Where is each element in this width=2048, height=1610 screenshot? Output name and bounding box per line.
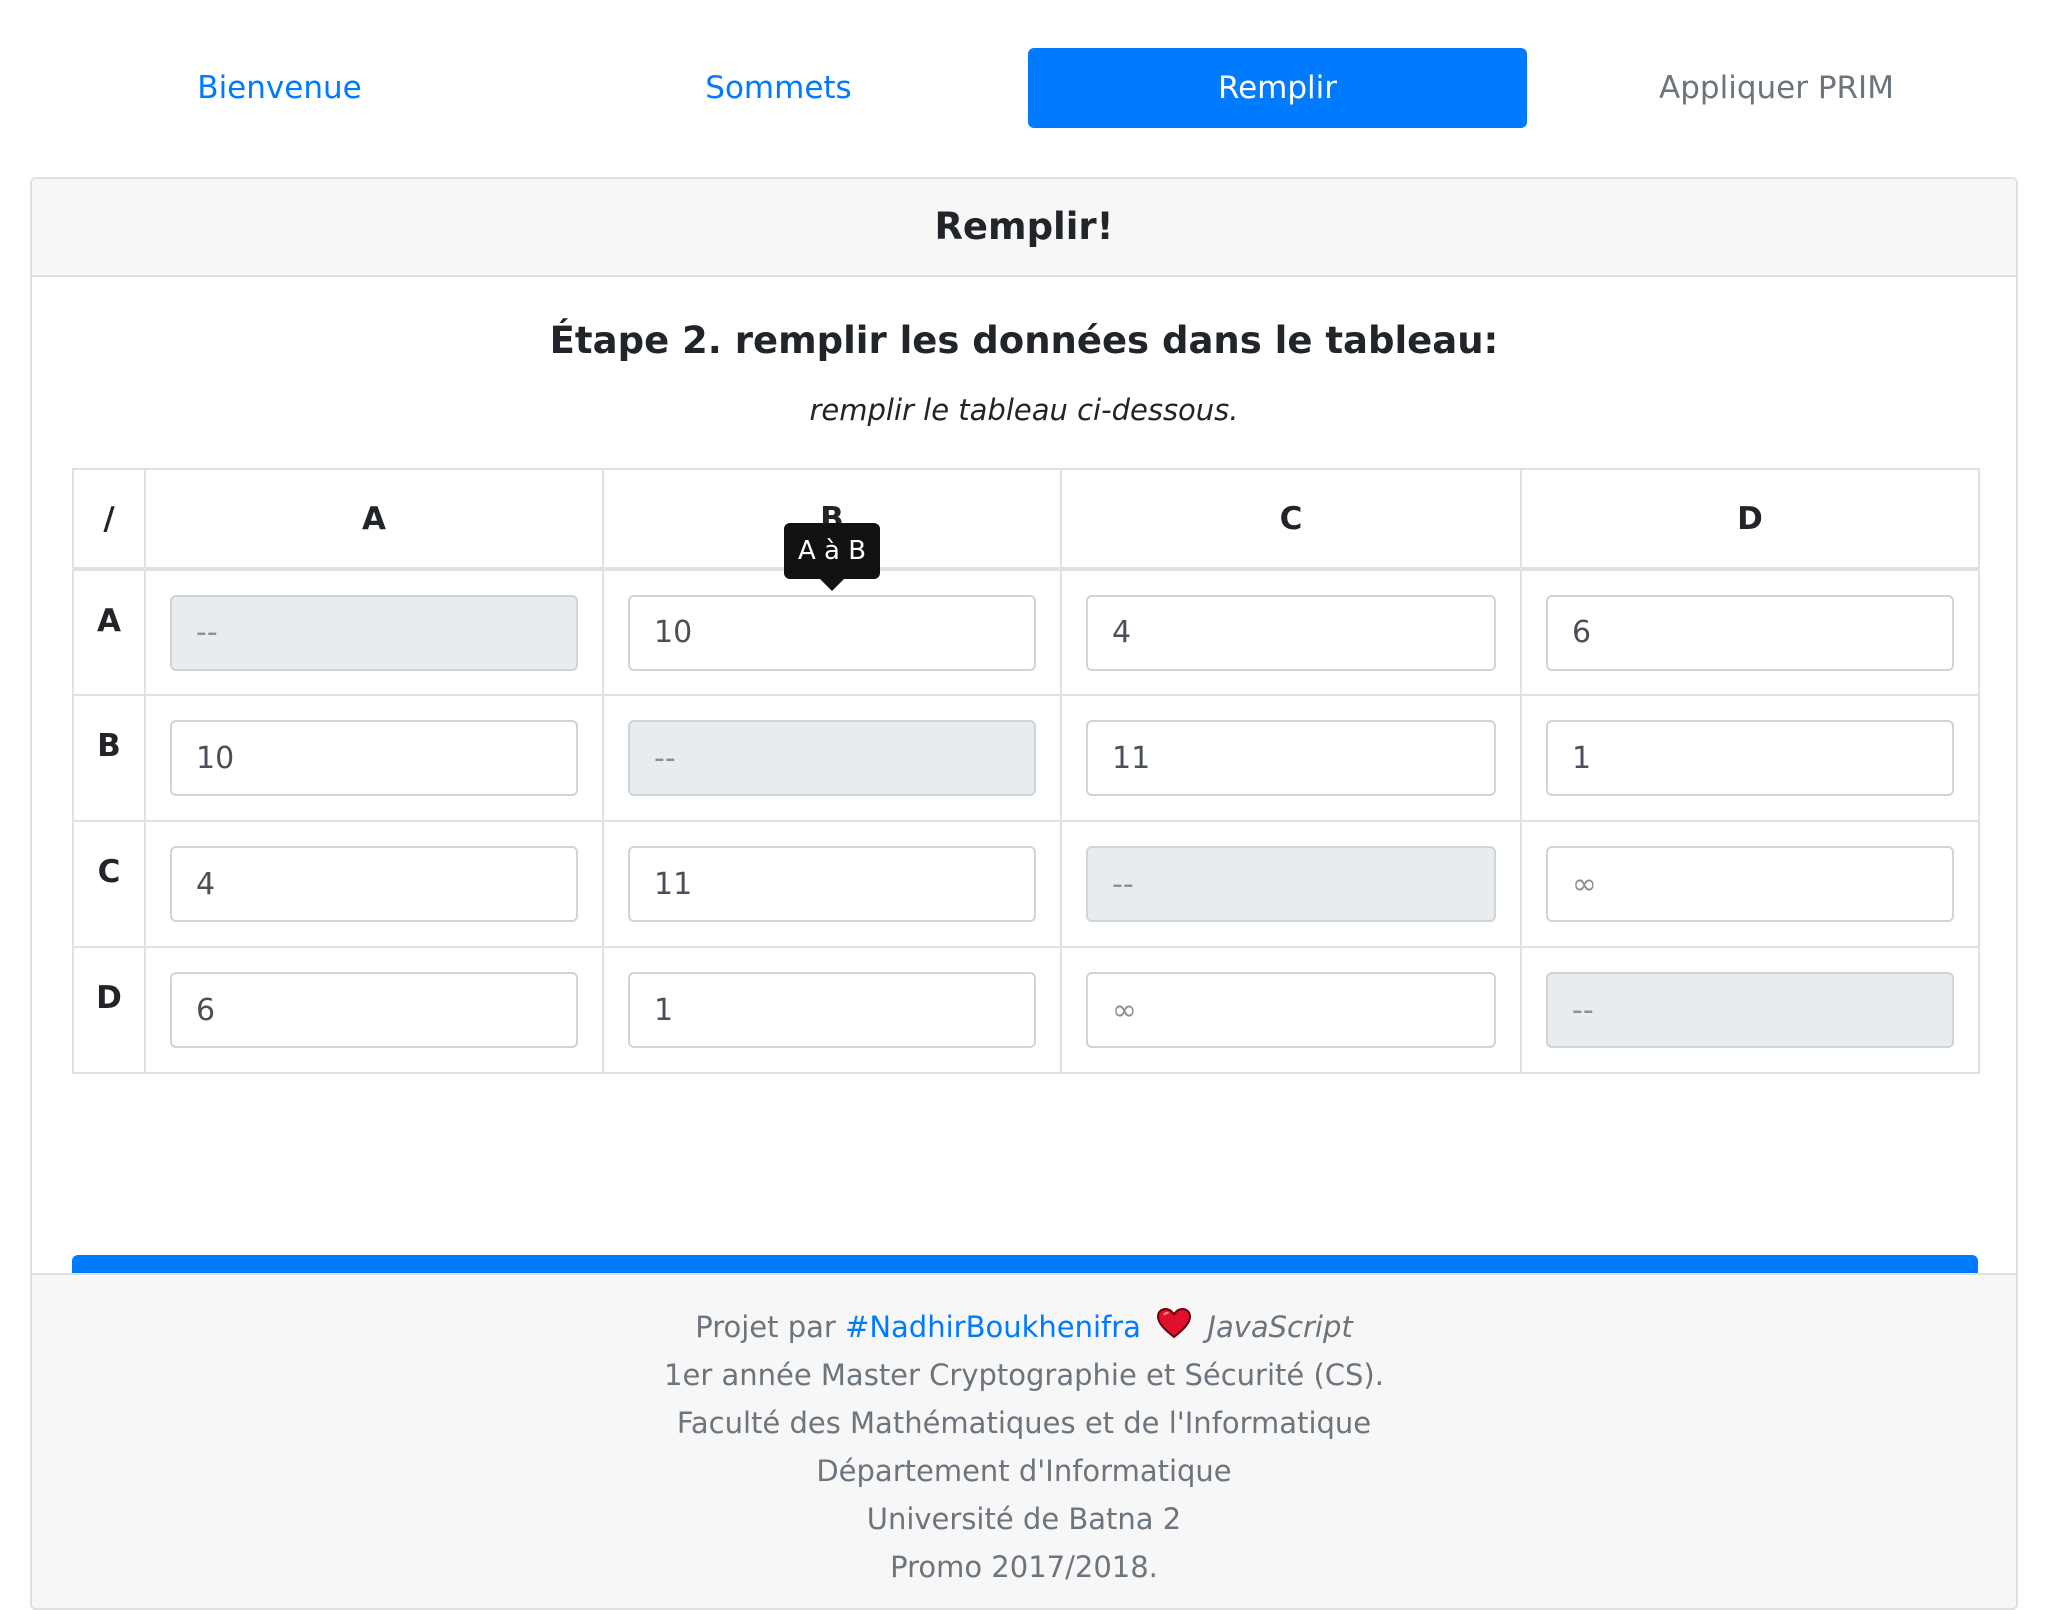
- weight-input-d-c[interactable]: [1086, 972, 1496, 1048]
- author-link[interactable]: #NadhirBoukhenifra: [845, 1310, 1141, 1344]
- weight-input-c-a[interactable]: [170, 846, 578, 922]
- card-body: Étape 2. remplir les données dans le tab…: [32, 277, 2016, 1331]
- matrix-cell-a-d: [1520, 568, 1980, 696]
- weight-input-d-a[interactable]: [170, 972, 578, 1048]
- row-header-d: D: [72, 946, 146, 1074]
- weight-input-d-b[interactable]: [628, 972, 1036, 1048]
- weight-input-b-c[interactable]: [1086, 720, 1496, 796]
- footer-line-program: 1er année Master Cryptographie et Sécuri…: [664, 1358, 1384, 1392]
- tooltip-arrow: [820, 579, 844, 591]
- matrix-cell-a-c: [1060, 568, 1522, 696]
- weight-input-c-b[interactable]: [628, 846, 1036, 922]
- table-row: C: [72, 820, 1980, 948]
- footer-line-promo: Promo 2017/2018.: [890, 1550, 1158, 1584]
- weight-input-a-c[interactable]: [1086, 594, 1496, 671]
- footer-tech-name: JavaScript: [1207, 1310, 1353, 1344]
- weight-input-a-a: [170, 594, 578, 671]
- matrix-corner-cell: /: [72, 468, 146, 571]
- row-header-c: C: [72, 820, 146, 948]
- row-header-a: A: [72, 568, 146, 696]
- weight-input-a-b[interactable]: [628, 594, 1036, 671]
- matrix-cell-d-d: [1520, 946, 1980, 1074]
- tab-bienvenue[interactable]: Bienvenue: [30, 48, 529, 128]
- heart-icon: [1156, 1305, 1192, 1353]
- footer-line-department: Département d'Informatique: [816, 1454, 1232, 1488]
- matrix-cell-d-c: [1060, 946, 1522, 1074]
- step-subtitle: remplir le tableau ci-dessous.: [809, 393, 1239, 427]
- footer-line-faculty: Faculté des Mathématiques et de l'Inform…: [676, 1406, 1372, 1440]
- main-card: Remplir! Étape 2. remplir les données da…: [30, 177, 2018, 1610]
- adjacency-matrix-table: / A B C D A B: [72, 468, 1980, 1074]
- matrix-cell-b-b: [602, 694, 1062, 822]
- table-row: B: [72, 694, 1980, 822]
- weight-input-d-d: [1546, 972, 1954, 1048]
- column-header-d: D: [1520, 468, 1980, 571]
- row-header-b: B: [72, 694, 146, 822]
- weight-input-c-c: [1086, 846, 1496, 922]
- matrix-cell-c-b: [602, 820, 1062, 948]
- weight-input-b-b: [628, 720, 1036, 796]
- cell-tooltip: A à B: [784, 523, 880, 579]
- tab-remplir[interactable]: Remplir: [1028, 48, 1527, 128]
- weight-input-c-d[interactable]: [1546, 846, 1954, 922]
- matrix-header-row: / A B C D: [72, 468, 1980, 571]
- footer-line-university: Université de Batna 2: [866, 1502, 1182, 1536]
- step-title: Étape 2. remplir les données dans le tab…: [549, 319, 1499, 362]
- matrix-cell-d-a: [144, 946, 604, 1074]
- weight-input-a-d[interactable]: [1546, 594, 1954, 671]
- weight-input-b-a[interactable]: [170, 720, 578, 796]
- column-header-c: C: [1060, 468, 1522, 571]
- card-header-title: Remplir!: [32, 179, 2016, 277]
- matrix-cell-c-d: [1520, 820, 1980, 948]
- card-footer: Projet par #NadhirBoukhenifra JavaScript…: [32, 1273, 2016, 1608]
- tab-sommets[interactable]: Sommets: [529, 48, 1028, 128]
- column-header-a: A: [144, 468, 604, 571]
- matrix-cell-a-a: [144, 568, 604, 696]
- matrix-cell-b-a: [144, 694, 604, 822]
- footer-project-prefix: Projet par: [695, 1310, 836, 1344]
- matrix-cell-b-d: [1520, 694, 1980, 822]
- matrix-cell-c-c: [1060, 820, 1522, 948]
- matrix-cell-b-c: [1060, 694, 1522, 822]
- matrix-cell-c-a: [144, 820, 604, 948]
- nav-tabs: Bienvenue Sommets Remplir Appliquer PRIM: [30, 48, 2026, 128]
- tab-appliquer-prim[interactable]: Appliquer PRIM: [1527, 48, 2026, 128]
- table-row: A: [72, 568, 1980, 696]
- table-row: D: [72, 946, 1980, 1074]
- footer-credit-line: Projet par #NadhirBoukhenifra JavaScript: [32, 1303, 2016, 1351]
- matrix-cell-d-b: [602, 946, 1062, 1074]
- weight-input-b-d[interactable]: [1546, 720, 1954, 796]
